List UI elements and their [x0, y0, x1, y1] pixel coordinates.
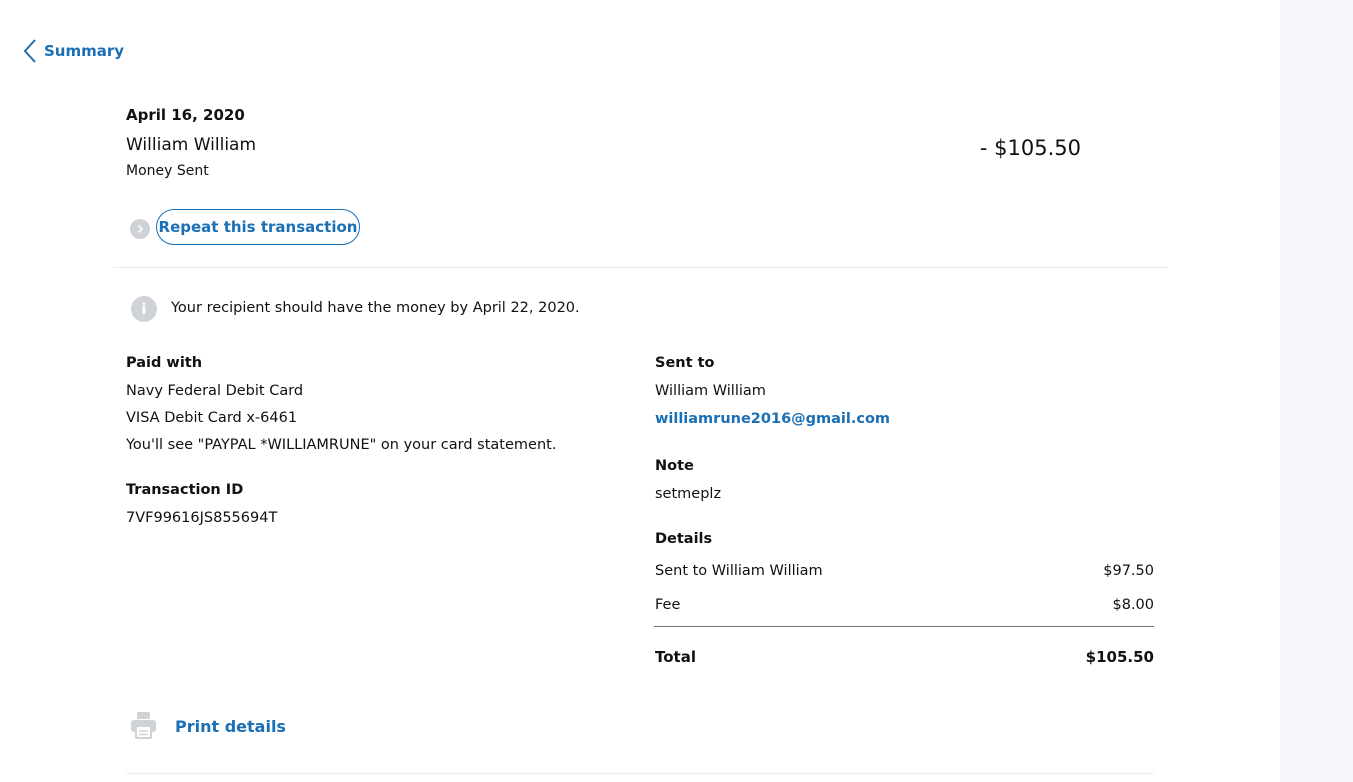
details-row-sent: Sent to William William $97.50 — [655, 563, 1154, 579]
paid-with-heading: Paid with — [126, 355, 203, 371]
counterparty-name: William William — [126, 135, 257, 155]
side-rail — [1280, 0, 1353, 782]
details-row-value: $8.00 — [1112, 597, 1154, 613]
details-row-fee: Fee $8.00 — [655, 597, 1154, 613]
info-icon: i — [131, 296, 157, 322]
transaction-amount: - $105.50 — [979, 136, 1081, 160]
divider — [113, 267, 1168, 268]
print-details-link[interactable]: Print details — [175, 717, 286, 736]
details-heading: Details — [655, 531, 713, 547]
recipient-name: William William — [655, 383, 766, 399]
chevron-left-icon — [23, 39, 36, 63]
divider — [126, 773, 1154, 774]
note-value: setmeplz — [655, 486, 722, 502]
total-row: Total $105.50 — [655, 648, 1154, 666]
total-label: Total — [655, 648, 696, 666]
details-row-value: $97.50 — [1103, 563, 1154, 579]
statement-note: You'll see "PAYPAL *WILLIAMRUNE" on your… — [126, 437, 557, 453]
total-value: $105.50 — [1085, 648, 1154, 666]
back-label: Summary — [44, 42, 125, 60]
delivery-notice: Your recipient should have the money by … — [171, 300, 580, 316]
details-row-label: Sent to William William — [655, 563, 823, 579]
transaction-type: Money Sent — [126, 163, 209, 179]
funding-source: Navy Federal Debit Card — [126, 383, 304, 399]
recipient-email-link[interactable]: williamrune2016@gmail.com — [655, 411, 890, 427]
chevron-right-icon — [130, 219, 150, 239]
repeat-transaction-button[interactable]: Repeat this transaction — [156, 209, 360, 245]
printer-icon[interactable] — [130, 711, 157, 739]
note-heading: Note — [655, 458, 694, 474]
transaction-id-heading: Transaction ID — [126, 482, 244, 498]
details-row-label: Fee — [655, 597, 681, 613]
transaction-date: April 16, 2020 — [126, 106, 245, 124]
card-number: VISA Debit Card x-6461 — [126, 410, 298, 426]
transaction-details-panel: Summary April 16, 2020 William William M… — [0, 0, 1280, 782]
total-divider — [654, 626, 1154, 627]
back-to-summary-link[interactable]: Summary — [22, 38, 124, 64]
transaction-id-value: 7VF99616JS855694T — [126, 510, 278, 526]
sent-to-heading: Sent to — [655, 355, 715, 371]
